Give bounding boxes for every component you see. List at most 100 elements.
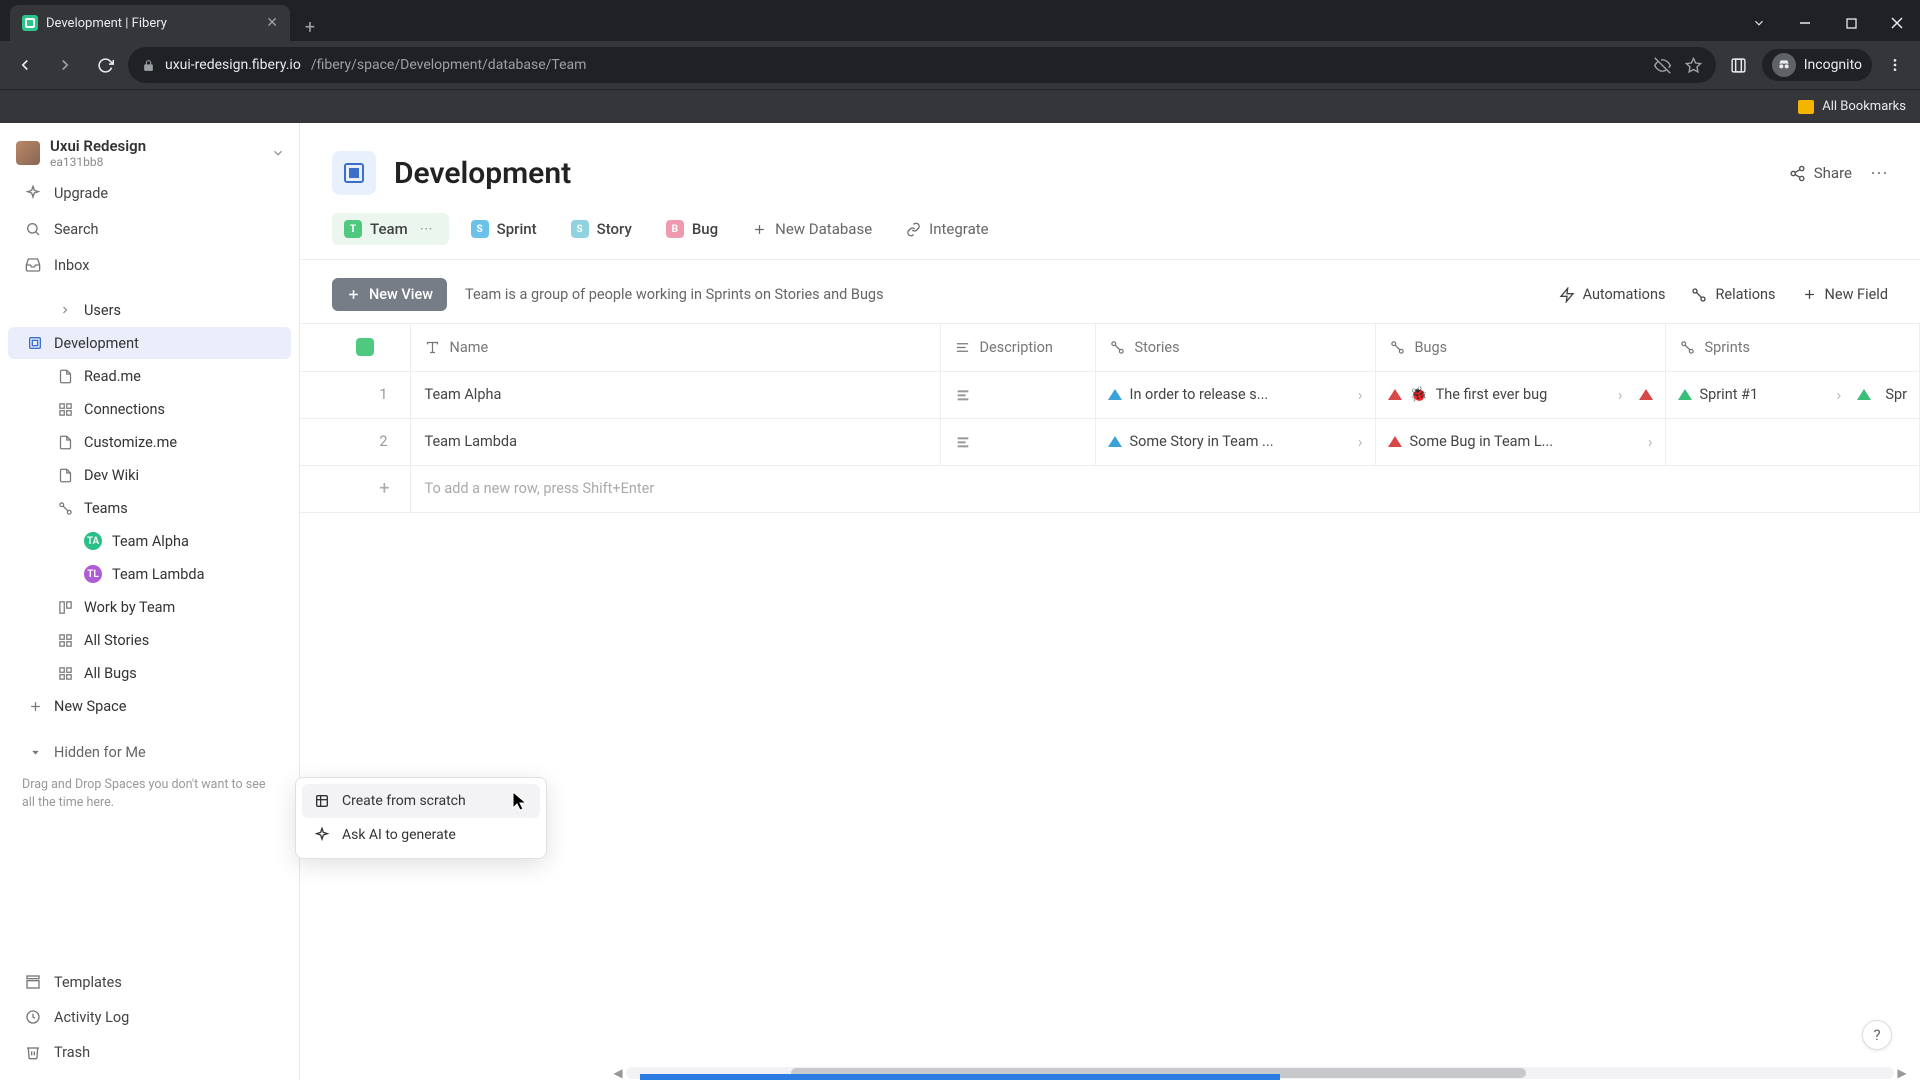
sidebar-label: Customize.me [84, 434, 177, 451]
browser-tab[interactable]: Development | Fibery ✕ [10, 5, 290, 41]
chevron-right-icon: › [1358, 385, 1363, 404]
sidebar-item-new-space[interactable]: New Space [8, 690, 291, 722]
chip-label: The first ever bug [1436, 386, 1548, 403]
scroll-left-icon[interactable]: ◀ [610, 1066, 626, 1080]
row-index: 2 [300, 418, 410, 465]
sidebar-item-trash[interactable]: Trash [8, 1035, 291, 1069]
cell-description[interactable] [940, 371, 1095, 418]
cell-stories[interactable]: In order to release s... › [1095, 371, 1375, 418]
close-tab-icon[interactable]: ✕ [266, 15, 278, 31]
sidebar-item-users[interactable]: Users [8, 294, 291, 326]
add-row[interactable]: + To add a new row, press Shift+Enter [300, 465, 1920, 512]
incognito-badge[interactable]: Incognito [1762, 49, 1872, 81]
back-button[interactable] [8, 48, 42, 82]
column-header-sprints[interactable]: Sprints [1665, 324, 1920, 371]
menu-item-ask-ai[interactable]: Ask AI to generate [302, 818, 540, 852]
new-view-button[interactable]: New View [332, 278, 447, 311]
sidebar-item-all-bugs[interactable]: All Bugs [8, 657, 291, 689]
space-icon [26, 334, 44, 352]
flag-icon [1639, 389, 1653, 400]
sidebar-item-activity[interactable]: Activity Log [8, 1000, 291, 1034]
row-index: 1 [300, 371, 410, 418]
chevron-down-icon[interactable] [1736, 5, 1782, 41]
chip-label: In order to release s... [1130, 386, 1269, 403]
star-icon[interactable] [1685, 57, 1702, 74]
cell-sprints[interactable]: Sprint #1›Spr [1665, 371, 1920, 418]
sidebar-item-team-lambda[interactable]: TL Team Lambda [8, 558, 291, 590]
new-database-button[interactable]: New Database [740, 213, 884, 245]
sidebar-item-inbox[interactable]: Inbox [8, 248, 291, 282]
forward-button[interactable] [48, 48, 82, 82]
sidebar-item-team-alpha[interactable]: TA Team Alpha [8, 525, 291, 557]
close-window-button[interactable] [1874, 5, 1920, 41]
relation-icon [1680, 340, 1695, 355]
integrate-button[interactable]: Integrate [894, 213, 1000, 245]
kebab-menu-icon[interactable] [1878, 48, 1912, 82]
reload-button[interactable] [88, 48, 122, 82]
table-row[interactable]: 1 Team Alpha In order to release s... › 🐞… [300, 371, 1920, 418]
url-field[interactable]: uxui-redesign.fibery.io/fibery/space/Dev… [128, 47, 1716, 83]
maximize-button[interactable] [1828, 5, 1874, 41]
cell-stories[interactable]: Some Story in Team ...› [1095, 418, 1375, 465]
link-icon [906, 222, 921, 237]
new-field-button[interactable]: New Field [1802, 286, 1888, 303]
sidebar-item-work-by-team[interactable]: Work by Team [8, 591, 291, 623]
sidebar-section-hidden[interactable]: Hidden for Me [8, 736, 291, 768]
column-header-stories[interactable]: Stories [1095, 324, 1375, 371]
cell-name[interactable]: Team Lambda [410, 418, 940, 465]
menu-item-create-from-scratch[interactable]: Create from scratch [302, 784, 540, 818]
automations-button[interactable]: Automations [1559, 286, 1666, 303]
all-bookmarks-link[interactable]: All Bookmarks [1822, 99, 1906, 114]
extensions-icon[interactable] [1722, 48, 1756, 82]
sidebar: Uxui Redesign ea131bb8 Upgrade Search In… [0, 123, 300, 1080]
cell-bugs[interactable]: 🐞The first ever bug› [1375, 371, 1665, 418]
clock-icon [24, 1008, 42, 1026]
desc-icon [955, 387, 971, 403]
sidebar-item-teams[interactable]: Teams [8, 492, 291, 524]
url-path: /fibery/space/Development/database/Team [311, 57, 587, 73]
workspace-switcher[interactable]: Uxui Redesign ea131bb8 [0, 123, 299, 175]
tab-team[interactable]: T Team ⋯ [332, 213, 449, 245]
sidebar-item-templates[interactable]: Templates [8, 965, 291, 999]
chevron-right-icon [56, 301, 74, 319]
relations-button[interactable]: Relations [1691, 286, 1775, 303]
sidebar-item-readme[interactable]: Read.me [8, 360, 291, 392]
tab-menu-icon[interactable]: ⋯ [416, 222, 437, 237]
more-menu-button[interactable]: ⋯ [1870, 163, 1888, 184]
chip-label: Spr [1885, 386, 1907, 403]
tab-title: Development | Fibery [46, 16, 258, 31]
column-header-name[interactable]: Name [410, 324, 940, 371]
sidebar-item-customize[interactable]: Customize.me [8, 426, 291, 458]
column-header-description[interactable]: Description [940, 324, 1095, 371]
table-row[interactable]: 2 Team Lambda Some Story in Team ...› So… [300, 418, 1920, 465]
column-header-bugs[interactable]: Bugs [1375, 324, 1665, 371]
column-label: Stories [1135, 339, 1180, 356]
chevron-right-icon: › [1837, 385, 1842, 404]
sidebar-item-wiki[interactable]: Dev Wiki [8, 459, 291, 491]
new-tab-button[interactable]: + [296, 13, 324, 41]
tab-sprint[interactable]: S Sprint [459, 213, 549, 245]
space-icon[interactable] [332, 151, 376, 195]
flag-icon [1678, 389, 1692, 400]
scroll-right-icon[interactable]: ▶ [1894, 1066, 1910, 1080]
button-label: Relations [1715, 286, 1775, 303]
share-button[interactable]: Share [1789, 164, 1852, 182]
cell-sprints[interactable] [1665, 418, 1920, 465]
cell-description[interactable] [940, 418, 1095, 465]
minimize-button[interactable] [1782, 5, 1828, 41]
sidebar-item-upgrade[interactable]: Upgrade [8, 176, 291, 210]
document-icon [56, 367, 74, 385]
inbox-icon [24, 256, 42, 274]
sidebar-item-connections[interactable]: Connections [8, 393, 291, 425]
sidebar-item-development[interactable]: Development [8, 327, 291, 359]
cell-name[interactable]: Team Alpha [410, 371, 940, 418]
help-button[interactable]: ? [1862, 1020, 1892, 1050]
tab-story[interactable]: S Story [559, 213, 644, 245]
url-host: uxui-redesign.fibery.io [165, 57, 301, 73]
tab-bug[interactable]: B Bug [654, 213, 730, 245]
column-label: Name [450, 339, 489, 356]
sidebar-item-search[interactable]: Search [8, 212, 291, 246]
cell-bugs[interactable]: Some Bug in Team L...› [1375, 418, 1665, 465]
eye-off-icon[interactable] [1654, 57, 1671, 74]
sidebar-item-all-stories[interactable]: All Stories [8, 624, 291, 656]
